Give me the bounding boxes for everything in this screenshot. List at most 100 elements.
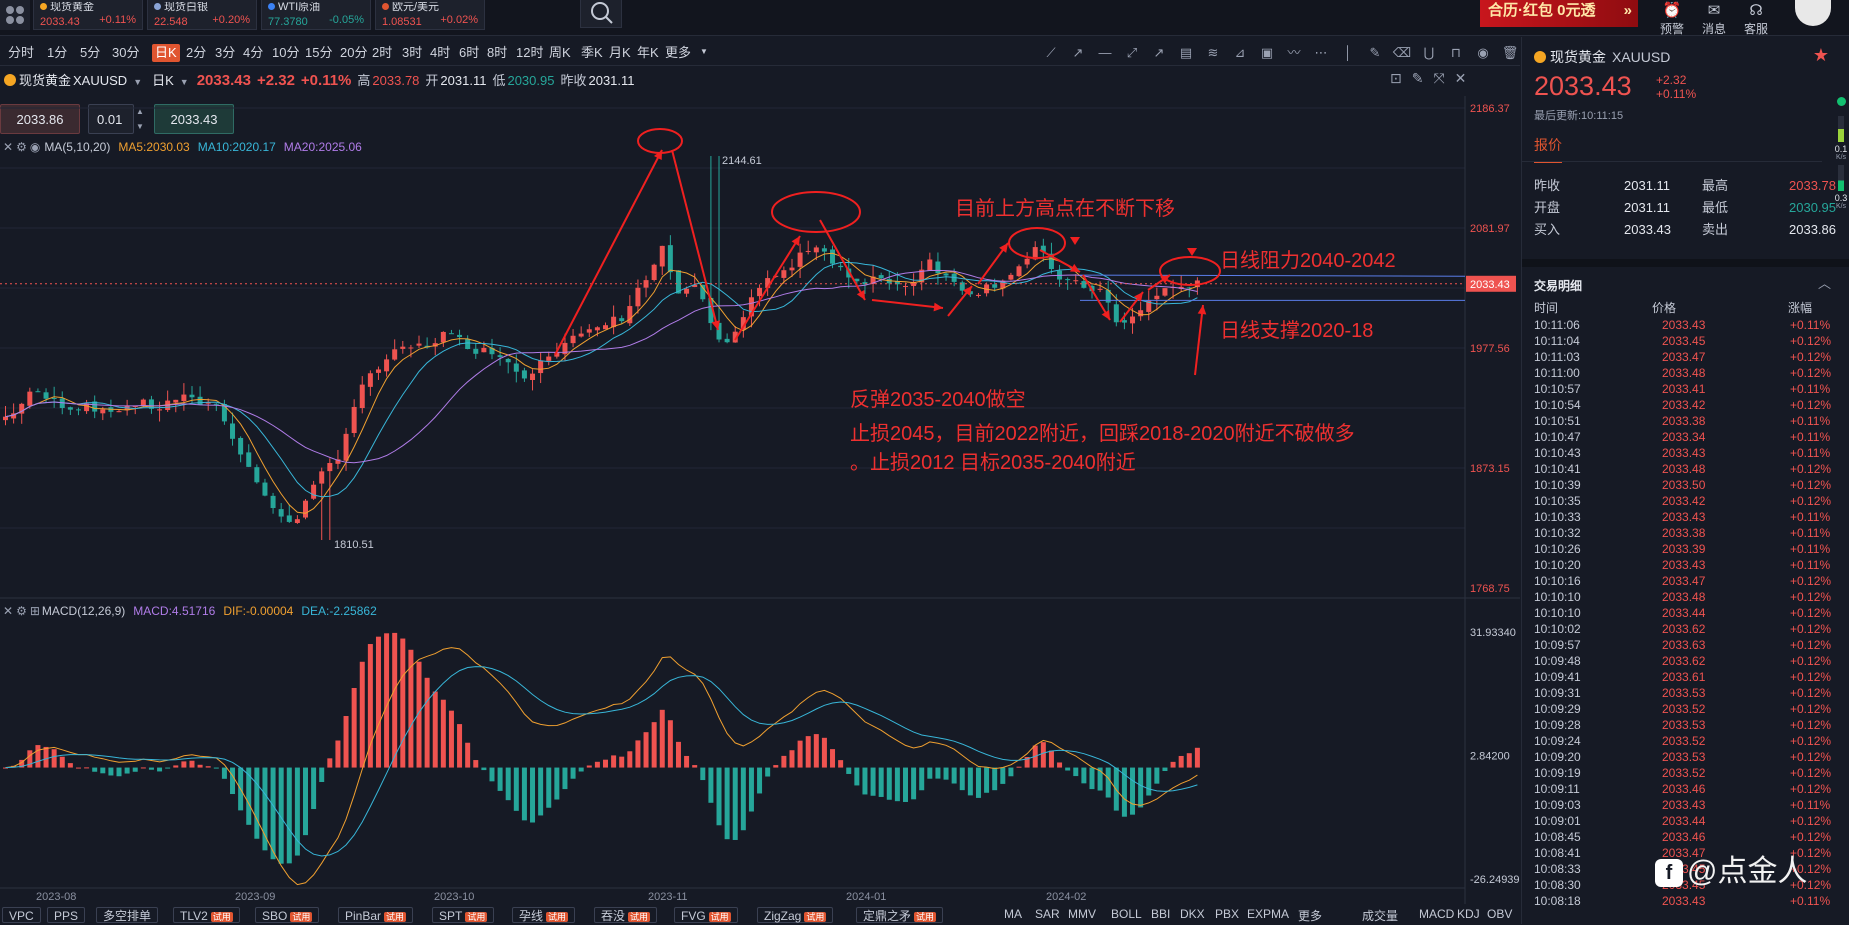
candle-body <box>481 347 487 353</box>
search-button[interactable] <box>580 0 622 28</box>
arrow-icon[interactable]: ↗ <box>1148 44 1170 62</box>
tab-quote[interactable]: 报价 <box>1534 135 1562 163</box>
period-14[interactable]: 6时 <box>456 44 482 62</box>
period-1[interactable]: 1分 <box>44 44 70 62</box>
indicator-tag[interactable]: 多空排单 <box>96 907 159 923</box>
period-13[interactable]: 4时 <box>427 44 453 62</box>
period-19[interactable]: 月K <box>606 44 634 62</box>
quote-card[interactable]: 现货白银 22.548 +0.20% <box>147 0 257 30</box>
macd-bar <box>911 767 917 800</box>
ray-icon[interactable]: ↗ <box>1067 44 1089 62</box>
analysis-drawings <box>554 128 1221 376</box>
indicator-5[interactable]: DKX <box>1180 907 1205 921</box>
period-17[interactable]: 周K <box>546 44 574 62</box>
indicator-tag[interactable]: PPS <box>47 907 86 923</box>
indicator-tag[interactable]: 定鼎之矛 试用 <box>856 907 944 923</box>
quote-card[interactable]: WTI原油 77.3780 -0.05% <box>261 0 371 30</box>
sub-indicator-2[interactable]: KDJ <box>1457 907 1480 921</box>
indicator-8[interactable]: 更多 <box>1298 907 1322 924</box>
price-axis-label: 2081.97 <box>1470 223 1510 235</box>
wave-icon[interactable]: 〰 <box>1283 44 1305 62</box>
eye-icon[interactable]: ◉ <box>1472 44 1494 62</box>
period-4[interactable]: 日K <box>152 44 180 62</box>
price-range-icon[interactable]: ▤ <box>1175 44 1197 62</box>
chevron-down-icon[interactable]: ▼ <box>180 77 189 87</box>
chevron-down-icon[interactable]: ▼ <box>133 77 142 87</box>
note-icon[interactable]: ✎ <box>1364 44 1386 62</box>
apps-icon[interactable] <box>0 0 30 30</box>
candlestick-chart[interactable]: 2186.37 2081.97 1977.56 1873.15 1768.75 31.93… <box>0 96 1520 924</box>
period-0[interactable]: 分时 <box>5 44 37 62</box>
indicator-tag[interactable]: TLV2 试用 <box>173 907 240 923</box>
promo-banner[interactable]: 合历·红包 0元透 » <box>1480 0 1638 27</box>
top-alarm-button[interactable]: ⏰ 预警 <box>1652 2 1692 37</box>
favorite-star-icon[interactable]: ★ <box>1813 45 1829 66</box>
indicator-4[interactable]: BBI <box>1151 907 1170 921</box>
macd-bar <box>854 767 860 786</box>
candle-body <box>384 359 390 372</box>
indicator-7[interactable]: EXPMA <box>1247 907 1289 921</box>
period-11[interactable]: 2时 <box>369 44 395 62</box>
magnet-icon[interactable]: ⋃ <box>1418 44 1440 62</box>
macd-bar <box>157 767 163 772</box>
period-12[interactable]: 3时 <box>399 44 425 62</box>
trend-arrow <box>554 149 663 356</box>
period-select[interactable]: 日K <box>152 73 174 88</box>
fib-icon[interactable]: ≋ <box>1202 44 1224 62</box>
eraser-icon[interactable]: ⌫ <box>1391 44 1413 62</box>
period-3[interactable]: 30分 <box>109 44 142 62</box>
period-15[interactable]: 8时 <box>484 44 510 62</box>
horizontal-line-icon[interactable]: — <box>1094 44 1116 62</box>
indicator-3[interactable]: BOLL <box>1111 907 1142 921</box>
top-message-button[interactable]: ✉ 消息 <box>1694 2 1734 37</box>
sub-indicator-0[interactable]: 成交量 <box>1362 907 1398 924</box>
period-10[interactable]: 20分 <box>337 44 370 62</box>
indicator-tag[interactable]: SBO 试用 <box>255 907 320 923</box>
avatar[interactable] <box>1795 0 1831 26</box>
symbol-code[interactable]: XAUUSD <box>73 73 127 88</box>
indicator-tag[interactable]: 孕线 试用 <box>512 907 576 923</box>
candle-body <box>521 370 527 379</box>
period-7[interactable]: 4分 <box>240 44 266 62</box>
trade-price: 2033.48 <box>1662 590 1706 604</box>
indicator-tag[interactable]: VPC <box>2 907 41 923</box>
quote-card[interactable]: 现货黄金 2033.43 +0.11% <box>33 0 143 30</box>
image-icon[interactable]: ▣ <box>1256 44 1278 62</box>
chart-window-controls[interactable]: ⊡✎⤧✕ <box>1390 70 1500 87</box>
trash-icon[interactable]: 🗑 <box>1499 44 1521 62</box>
quote-change: -0.05% <box>329 14 364 26</box>
period-8[interactable]: 10分 <box>269 44 302 62</box>
dea-line <box>5 666 1198 857</box>
macd-bar <box>1186 753 1192 768</box>
quote-card[interactable]: 欧元/美元 1.08531 +0.02% <box>375 0 485 30</box>
indicator-6[interactable]: PBX <box>1215 907 1239 921</box>
period-21[interactable]: 更多 <box>662 44 694 62</box>
indicator-tag[interactable]: ZigZag 试用 <box>757 907 834 923</box>
period-9[interactable]: 15分 <box>302 44 335 62</box>
period-20[interactable]: 年K <box>634 44 662 62</box>
sub-indicator-3[interactable]: OBV <box>1487 907 1512 921</box>
macd-bar <box>1048 750 1054 768</box>
period-6[interactable]: 3分 <box>212 44 238 62</box>
indicator-0[interactable]: MA <box>1004 907 1022 921</box>
lock-icon[interactable]: ⊓ <box>1445 44 1467 62</box>
indicator-tag[interactable]: 吞没 试用 <box>594 907 658 923</box>
period-18[interactable]: 季K <box>578 44 606 62</box>
segment-icon[interactable]: ⤢ <box>1121 44 1143 62</box>
indicator-tag[interactable]: FVG 试用 <box>674 907 738 923</box>
top-icon-label: 消息 <box>1701 22 1726 36</box>
collapse-icon[interactable]: ︿ <box>1818 273 1831 292</box>
indicator-1[interactable]: SAR <box>1035 907 1060 921</box>
period-16[interactable]: 12时 <box>513 44 546 62</box>
sub-indicator-1[interactable]: MACD <box>1419 907 1454 921</box>
measure-icon[interactable]: ⊿ <box>1229 44 1251 62</box>
more-icon[interactable]: ⋯ <box>1310 44 1332 62</box>
period-5[interactable]: 2分 <box>183 44 209 62</box>
indicator-tag[interactable]: SPT 试用 <box>432 907 495 923</box>
chevron-down-icon[interactable]: ▼ <box>700 47 708 56</box>
indicator-2[interactable]: MMV <box>1068 907 1096 921</box>
indicator-tag[interactable]: PinBar 试用 <box>338 907 414 923</box>
top-headset-button[interactable]: ☊ 客服 <box>1736 2 1776 37</box>
trend-line-icon[interactable]: ⟋ <box>1040 44 1062 62</box>
period-2[interactable]: 5分 <box>77 44 103 62</box>
